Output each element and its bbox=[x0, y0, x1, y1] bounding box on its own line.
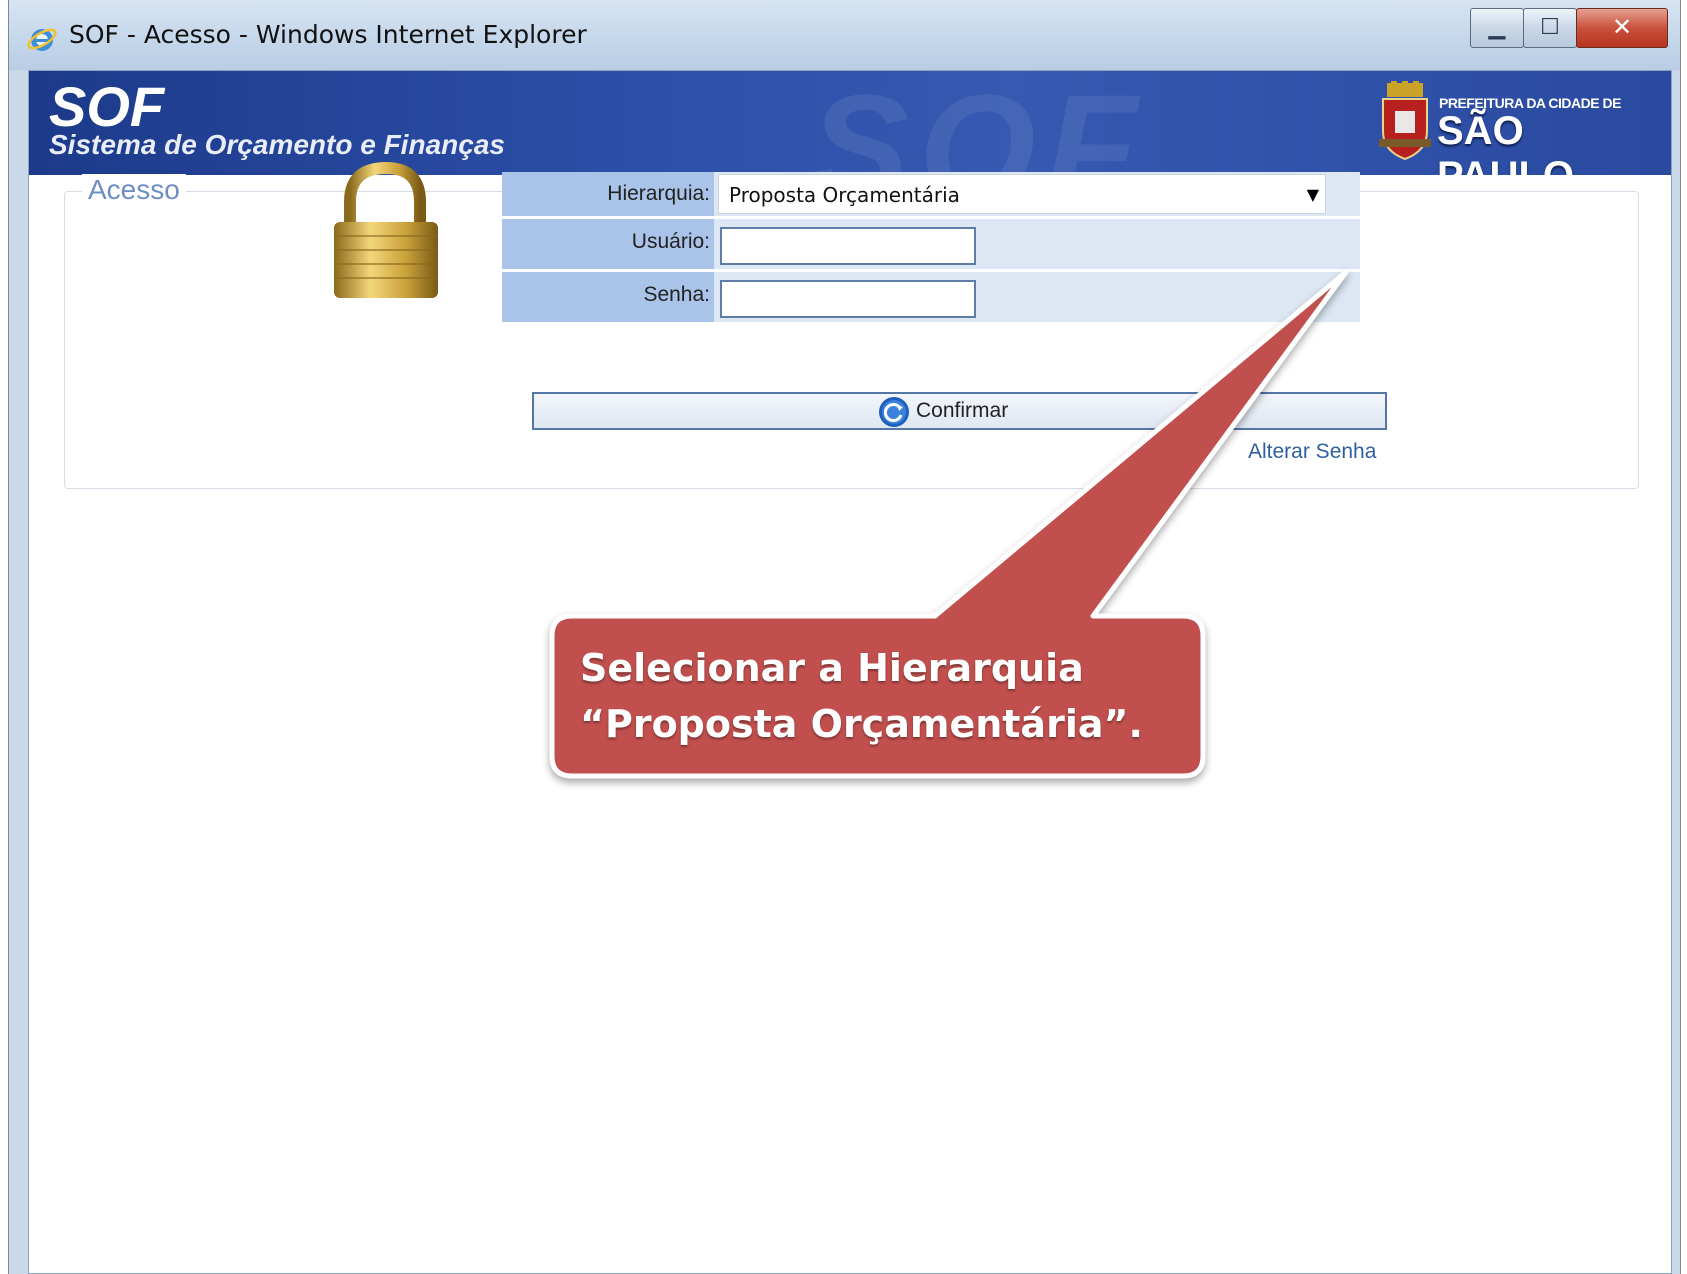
callout-line-2: “Proposta Orçamentária”. bbox=[580, 702, 1143, 746]
callout-line-1: Selecionar a Hierarquia bbox=[580, 646, 1084, 690]
callout-shape bbox=[549, 269, 1349, 779]
callout-text: Selecionar a Hierarquia “Proposta Orçame… bbox=[580, 640, 1143, 752]
